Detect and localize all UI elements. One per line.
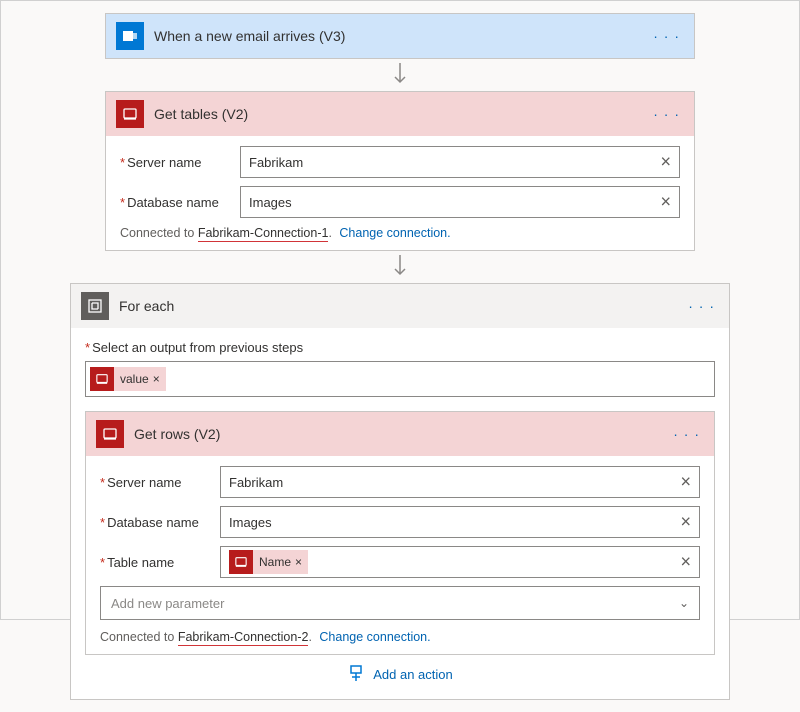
remove-token-icon[interactable]: × bbox=[153, 372, 160, 386]
sql-icon bbox=[96, 420, 124, 448]
trigger-menu-button[interactable]: · · · bbox=[649, 28, 684, 44]
sql-icon bbox=[90, 367, 114, 391]
loop-icon bbox=[81, 292, 109, 320]
value-token[interactable]: value × bbox=[90, 367, 166, 391]
clear-icon[interactable]: × bbox=[680, 552, 691, 573]
add-action-button[interactable]: Add an action bbox=[85, 655, 715, 687]
select-output-label: *Select an output from previous steps bbox=[85, 340, 715, 355]
change-connection-link[interactable]: Change connection. bbox=[319, 630, 430, 644]
outlook-icon bbox=[116, 22, 144, 50]
for-each-card: For each · · · *Select an output from pr… bbox=[70, 283, 730, 700]
clear-icon[interactable]: × bbox=[660, 152, 671, 173]
name-token[interactable]: Name × bbox=[229, 550, 308, 574]
sql-icon bbox=[229, 550, 253, 574]
server-name-input[interactable]: Fabrikam × bbox=[220, 466, 700, 498]
connection-info: Connected to Fabrikam-Connection-1. Chan… bbox=[120, 226, 680, 240]
connection-info: Connected to Fabrikam-Connection-2. Chan… bbox=[100, 630, 700, 644]
chevron-down-icon: ⌄ bbox=[679, 596, 689, 610]
trigger-title: When a new email arrives (V3) bbox=[154, 28, 639, 44]
get-tables-header[interactable]: Get tables (V2) · · · bbox=[106, 92, 694, 136]
get-rows-header[interactable]: Get rows (V2) · · · bbox=[86, 412, 714, 456]
change-connection-link[interactable]: Change connection. bbox=[339, 226, 450, 240]
clear-icon[interactable]: × bbox=[680, 512, 691, 533]
clear-icon[interactable]: × bbox=[680, 472, 691, 493]
clear-icon[interactable]: × bbox=[660, 192, 671, 213]
for-each-header[interactable]: For each · · · bbox=[71, 284, 729, 328]
trigger-card[interactable]: When a new email arrives (V3) · · · bbox=[105, 13, 695, 59]
arrow-connector-icon bbox=[21, 63, 779, 87]
select-output-input[interactable]: value × bbox=[85, 361, 715, 397]
table-name-input[interactable]: Name × × bbox=[220, 546, 700, 578]
server-name-label: *Server name bbox=[120, 155, 240, 170]
table-name-label: *Table name bbox=[100, 555, 220, 570]
database-name-input[interactable]: Images × bbox=[240, 186, 680, 218]
add-parameter-dropdown[interactable]: Add new parameter ⌄ bbox=[100, 586, 700, 620]
get-rows-menu-button[interactable]: · · · bbox=[669, 426, 704, 442]
remove-token-icon[interactable]: × bbox=[295, 555, 302, 569]
connection-name: Fabrikam-Connection-1 bbox=[198, 226, 329, 242]
database-name-label: *Database name bbox=[100, 515, 220, 530]
server-name-input[interactable]: Fabrikam × bbox=[240, 146, 680, 178]
get-rows-card: Get rows (V2) · · · *Server name Fabrika… bbox=[85, 411, 715, 655]
get-rows-title: Get rows (V2) bbox=[134, 426, 659, 442]
connection-name: Fabrikam-Connection-2 bbox=[178, 630, 309, 646]
database-name-input[interactable]: Images × bbox=[220, 506, 700, 538]
arrow-connector-icon bbox=[21, 255, 779, 279]
for-each-title: For each bbox=[119, 298, 674, 314]
get-tables-card: Get tables (V2) · · · *Server name Fabri… bbox=[105, 91, 695, 251]
database-name-label: *Database name bbox=[120, 195, 240, 210]
get-tables-title: Get tables (V2) bbox=[154, 106, 639, 122]
sql-icon bbox=[116, 100, 144, 128]
get-tables-menu-button[interactable]: · · · bbox=[649, 106, 684, 122]
trigger-header[interactable]: When a new email arrives (V3) · · · bbox=[106, 14, 694, 58]
server-name-label: *Server name bbox=[100, 475, 220, 490]
for-each-menu-button[interactable]: · · · bbox=[684, 298, 719, 314]
